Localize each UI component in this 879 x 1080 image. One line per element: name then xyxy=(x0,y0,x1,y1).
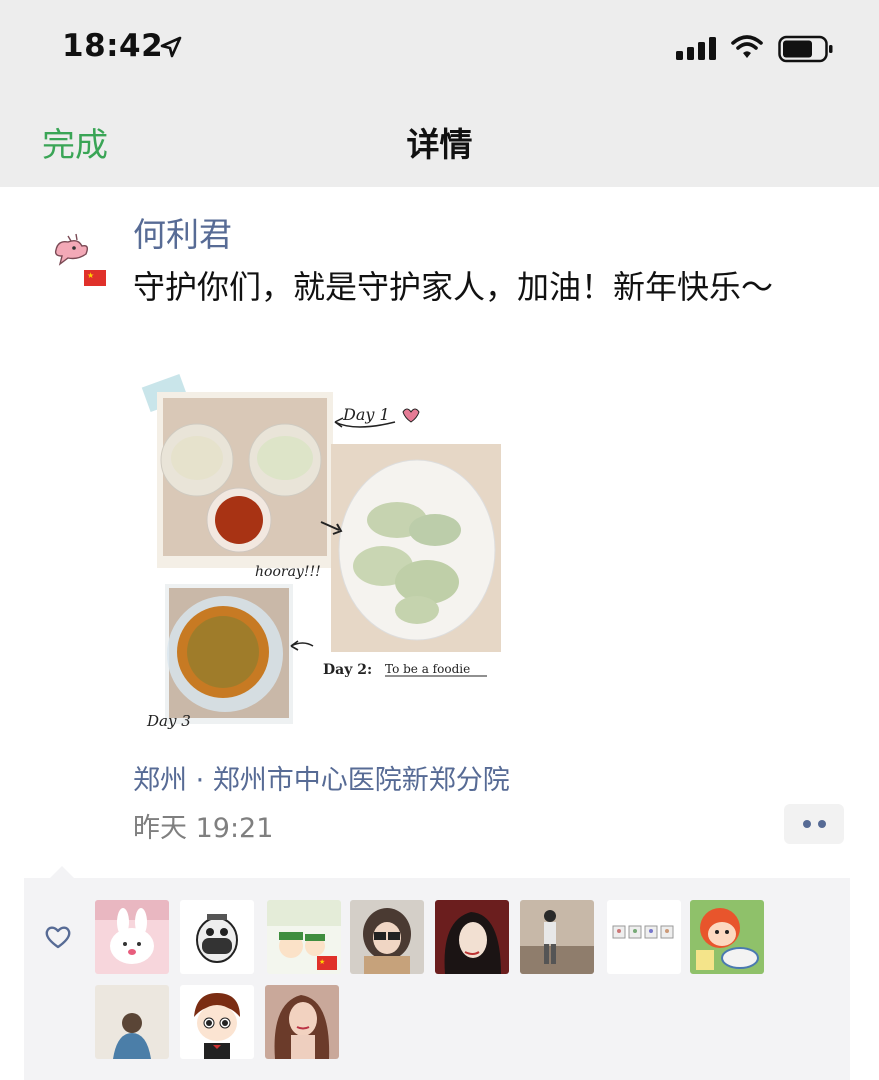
heart-outline-icon xyxy=(45,926,71,949)
post-timestamp: 昨天 19:21 xyxy=(133,813,274,844)
post-location[interactable]: 郑州 · 郑州市中心医院新郑分院 xyxy=(133,758,510,797)
collage-hooray-label: hooray!!! xyxy=(255,564,321,580)
status-time: 18:42 xyxy=(62,28,164,64)
more-actions-button[interactable] xyxy=(784,804,844,844)
like-avatar-child-back[interactable] xyxy=(95,985,169,1059)
like-avatar-woman-portrait[interactable] xyxy=(265,985,339,1059)
like-avatar-green-hat[interactable]: ★ xyxy=(267,900,341,974)
svg-text:★: ★ xyxy=(87,271,94,280)
collage-day2-note: To be a foodie xyxy=(385,662,470,676)
like-avatar-cats-sticker[interactable] xyxy=(607,900,681,974)
top-bar: 18:42 完成 详情 xyxy=(0,0,879,187)
post-photo[interactable]: Day 1 hooray!!! Day 2: To be a foodie Da… xyxy=(135,370,515,742)
battery-icon xyxy=(778,35,833,63)
dot-icon xyxy=(817,820,826,828)
post-text: 守护你们，就是守护家人，加油！新年快乐～ xyxy=(133,268,774,306)
avatar[interactable]: ★ xyxy=(48,230,114,296)
collage-day1-label: Day 1 xyxy=(342,405,390,424)
likes-pointer xyxy=(50,866,74,878)
page-title: 详情 xyxy=(406,125,473,164)
like-avatar-bunny[interactable] xyxy=(95,900,169,974)
like-avatar-street-boy[interactable] xyxy=(520,900,594,974)
wifi-icon xyxy=(731,35,763,58)
location-arrow-icon xyxy=(160,36,182,58)
cellular-signal-icon xyxy=(676,36,716,60)
like-avatar-girl-glasses[interactable] xyxy=(350,900,424,974)
post-username[interactable]: 何利君 xyxy=(133,208,232,256)
collage-day3-label: Day 3 xyxy=(146,712,191,730)
like-avatar-dark-hair[interactable] xyxy=(435,900,509,974)
svg-text:★: ★ xyxy=(319,958,325,966)
like-avatar-cartoon-boy[interactable] xyxy=(180,985,254,1059)
like-avatar-mask[interactable] xyxy=(180,900,254,974)
dot-icon xyxy=(802,820,811,828)
collage-day2-label: Day 2: xyxy=(323,662,372,678)
like-avatar-ponyo[interactable] xyxy=(690,900,764,974)
